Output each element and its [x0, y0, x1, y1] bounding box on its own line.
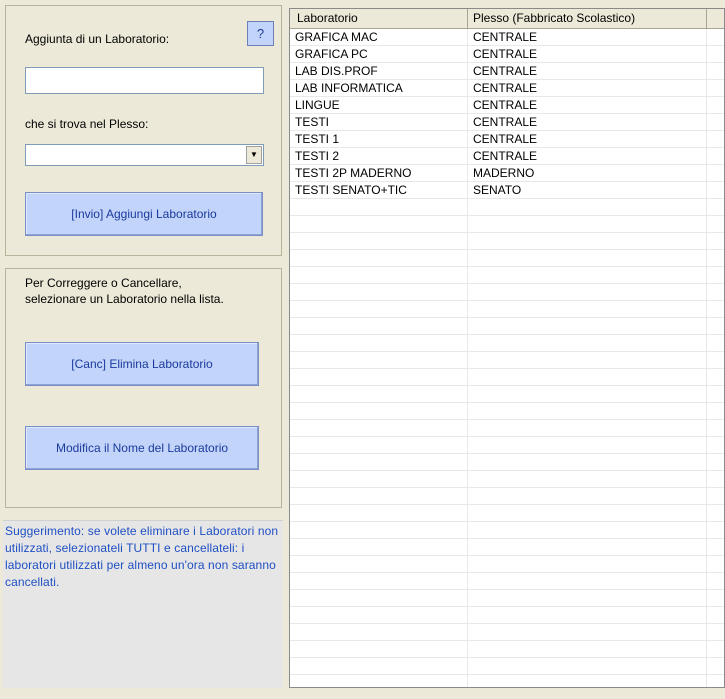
table-row[interactable]: LAB INFORMATICA CENTRALE: [290, 80, 724, 97]
plesso-select[interactable]: ▼: [25, 144, 264, 166]
cell-plesso: CENTRALE: [473, 98, 538, 112]
cell-laboratorio: GRAFICA PC: [295, 47, 368, 61]
add-lab-title: Aggiunta di un Laboratorio:: [25, 32, 170, 46]
table-row[interactable]: [290, 454, 724, 471]
lab-table[interactable]: Laboratorio Plesso (Fabbricato Scolastic…: [289, 8, 725, 688]
cell-laboratorio: TESTI SENATO+TIC: [295, 183, 407, 197]
table-row[interactable]: [290, 233, 724, 250]
add-lab-button[interactable]: [Invio] Aggiungi Laboratorio: [25, 192, 263, 236]
table-row[interactable]: [290, 352, 724, 369]
dropdown-arrow-icon[interactable]: ▼: [246, 146, 262, 164]
column-header-plesso[interactable]: Plesso (Fabbricato Scolastico): [468, 9, 707, 29]
cell-laboratorio: LINGUE: [295, 98, 340, 112]
cell-plesso: SENATO: [473, 183, 522, 197]
table-row[interactable]: [290, 267, 724, 284]
edit-instructions-line2: selezionare un Laboratorio nella lista.: [25, 292, 224, 306]
delete-lab-button[interactable]: [Canc] Elimina Laboratorio: [25, 342, 259, 386]
table-row[interactable]: TESTI 2P MADERNO MADERNO: [290, 165, 724, 182]
cell-plesso: CENTRALE: [473, 149, 538, 163]
rename-lab-button[interactable]: Modifica il Nome del Laboratorio: [25, 426, 259, 470]
cell-laboratorio: TESTI 2P MADERNO: [295, 166, 412, 180]
table-row[interactable]: [290, 216, 724, 233]
cell-plesso: MADERNO: [473, 166, 535, 180]
table-row[interactable]: [290, 403, 724, 420]
cell-laboratorio: TESTI 1: [295, 132, 340, 146]
table-row[interactable]: [290, 556, 724, 573]
cell-laboratorio: LAB INFORMATICA: [295, 81, 403, 95]
table-row[interactable]: GRAFICA PC CENTRALE: [290, 46, 724, 63]
table-row[interactable]: [290, 607, 724, 624]
lab-name-input[interactable]: [25, 67, 264, 94]
column-header-filler: [707, 9, 724, 29]
cell-plesso: CENTRALE: [473, 81, 538, 95]
table-row[interactable]: GRAFICA MAC CENTRALE: [290, 29, 724, 46]
table-row[interactable]: [290, 284, 724, 301]
cell-plesso: CENTRALE: [473, 30, 538, 44]
table-row[interactable]: [290, 199, 724, 216]
table-row[interactable]: [290, 505, 724, 522]
table-row[interactable]: TESTI CENTRALE: [290, 114, 724, 131]
table-row[interactable]: [290, 386, 724, 403]
column-header-laboratorio[interactable]: Laboratorio: [290, 9, 468, 29]
table-row[interactable]: TESTI SENATO+TIC SENATO: [290, 182, 724, 199]
table-row[interactable]: [290, 335, 724, 352]
cell-plesso: CENTRALE: [473, 115, 538, 129]
table-row[interactable]: [290, 675, 724, 687]
table-row[interactable]: [290, 488, 724, 505]
cell-plesso: CENTRALE: [473, 132, 538, 146]
cell-laboratorio: TESTI 2: [295, 149, 340, 163]
help-button[interactable]: ?: [247, 21, 274, 46]
edit-instructions-line1: Per Correggere o Cancellare,: [25, 276, 182, 290]
table-row[interactable]: [290, 471, 724, 488]
table-row[interactable]: [290, 624, 724, 641]
cell-laboratorio: TESTI: [295, 115, 330, 129]
cell-laboratorio: GRAFICA MAC: [295, 30, 378, 44]
cell-plesso: CENTRALE: [473, 47, 538, 61]
table-row[interactable]: [290, 369, 724, 386]
table-row[interactable]: TESTI 2 CENTRALE: [290, 148, 724, 165]
table-row[interactable]: [290, 301, 724, 318]
table-row[interactable]: [290, 641, 724, 658]
table-row[interactable]: [290, 437, 724, 454]
table-row[interactable]: [290, 590, 724, 607]
table-row[interactable]: [290, 250, 724, 267]
table-row[interactable]: [290, 573, 724, 590]
cell-plesso: CENTRALE: [473, 64, 538, 78]
cell-laboratorio: LAB DIS.PROF: [295, 64, 378, 78]
table-row[interactable]: [290, 420, 724, 437]
table-row[interactable]: [290, 522, 724, 539]
plesso-label: che si trova nel Plesso:: [25, 117, 149, 131]
table-row[interactable]: [290, 318, 724, 335]
hint-text: Suggerimento: se volete eliminare i Labo…: [3, 520, 283, 688]
table-row[interactable]: LAB DIS.PROF CENTRALE: [290, 63, 724, 80]
table-row[interactable]: [290, 658, 724, 675]
table-row[interactable]: LINGUE CENTRALE: [290, 97, 724, 114]
table-row[interactable]: [290, 539, 724, 556]
table-row[interactable]: TESTI 1 CENTRALE: [290, 131, 724, 148]
table-body: GRAFICA MAC CENTRALE GRAFICA PC CENTRALE LAB…: [290, 29, 724, 687]
